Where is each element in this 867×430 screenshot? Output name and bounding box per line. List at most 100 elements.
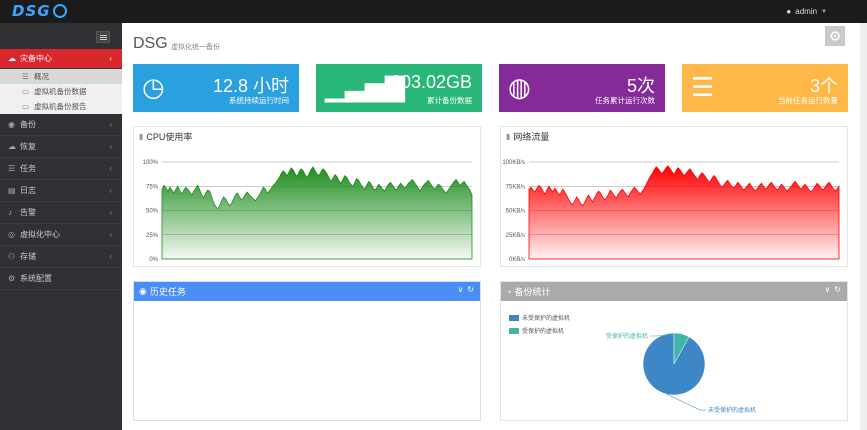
page-scrollbar[interactable] <box>860 23 867 430</box>
sidebar-subitem-label: 虚拟机备份数据 <box>34 87 87 96</box>
top-bar: DSG ● admin ▼ <box>0 0 867 23</box>
sidebar-nav: ☁ 灾备中心 ‹ ☰ 概况 ▭ 虚拟机备份数据 ▭ 虚拟机备份报告 ◉ 备份 ‹ ☁ 恢复 ‹ ☰ 任务 ‹ ▤ 日志… <box>0 49 122 290</box>
sidebar-item[interactable]: ♪ 告警 ‹ <box>0 202 122 224</box>
pie-chart-icon: ◔ <box>506 286 512 297</box>
collapse-chevron-icon[interactable]: ∨ <box>824 285 830 294</box>
sidebar-submenu: ☰ 概况 ▭ 虚拟机备份数据 ▭ 虚拟机备份报告 <box>0 69 122 114</box>
sidebar-subitem[interactable]: ▭ 虚拟机备份数据 <box>0 84 122 99</box>
target-icon: ◎ <box>8 230 15 239</box>
sidebar-subitem-label: 概况 <box>34 72 49 81</box>
series-area <box>161 166 473 260</box>
bar-chart-icon: ▮ <box>506 132 511 141</box>
sidebar-item[interactable]: ☰ 任务 ‹ <box>0 158 122 180</box>
chevron-left-icon: ‹ <box>109 54 112 63</box>
history-panel-header: ◉ 历史任务 ∨ ↻ <box>134 282 480 301</box>
page-subtitle: 虚拟化统一备份 <box>171 44 220 51</box>
monitor-icon: ▭ <box>22 87 30 96</box>
network-traffic-chart: 0KB/s 25KB/s 50KB/s 75KB/s 100KB/s <box>502 160 840 263</box>
list-icon: ☰ <box>22 72 29 81</box>
y-tick-label: 25% <box>146 233 159 239</box>
sidebar-item[interactable]: ⚇ 存储 ‹ <box>0 246 122 268</box>
chevron-left-icon: ‹ <box>109 230 112 239</box>
stat-tile[interactable]: ☰ 3个 当前任务运行数量 <box>682 64 848 112</box>
cloud-icon: ☁ <box>8 142 16 151</box>
stat-label: 系统持续运行时间 <box>229 96 289 105</box>
network-traffic-panel: ▮ 网络流量 0KB/s 25KB/s 50KB/s 75KB/s 100KB/s <box>500 126 848 267</box>
network-panel-title: 网络流量 <box>513 132 550 142</box>
globe-icon: ◍ <box>508 72 531 102</box>
stat-label: 累计备份数据 <box>427 96 472 105</box>
main-content: DSG 虚拟化统一备份 ⚙ ◷ 12.8 小时 系统持续运行时间 ▁▃▅▇ 303.02… <box>122 23 860 430</box>
chevron-left-icon: ‹ <box>109 164 112 173</box>
y-tick-label: 100KB/s <box>502 160 525 166</box>
cpu-panel-header: ▮ CPU使用率 <box>134 127 480 146</box>
sidebar-item[interactable]: ◎ 虚拟化中心 ‹ <box>0 224 122 246</box>
sidebar-subitem[interactable]: ▭ 虚拟机备份报告 <box>0 99 122 114</box>
y-tick-label: 100% <box>143 160 159 166</box>
network-panel-header: ▮ 网络流量 <box>501 127 847 146</box>
backup-panel-header: ◔ 备份统计 ∨ ↻ <box>501 282 847 301</box>
sidebar-item[interactable]: ☁ 恢复 ‹ <box>0 136 122 158</box>
sidebar-item-label: 存储 <box>20 252 36 261</box>
sidebar-item[interactable]: ☁ 灾备中心 ‹ <box>0 49 122 69</box>
backup-stats-panel: ◔ 备份统计 ∨ ↻ 未受保护的虚拟机 受保护的虚拟机 未受保护的虚拟机 受保护的… <box>500 281 848 421</box>
sidebar-item[interactable]: ⚙ 系统配置 <box>0 268 122 290</box>
stat-tile[interactable]: ▁▃▅▇ 303.02GB 累计备份数据 <box>316 64 482 112</box>
user-icon: ● <box>786 7 792 16</box>
sidebar-item[interactable]: ◉ 备份 ‹ <box>0 114 122 136</box>
y-tick-label: 50KB/s <box>506 209 525 215</box>
pie-leader-line <box>666 393 706 411</box>
cpu-usage-chart: 0% 25% 50% 75% 100% <box>143 160 473 263</box>
y-tick-label: 50% <box>146 209 159 215</box>
page-title: DSG <box>133 35 168 52</box>
y-tick-label: 0KB/s <box>509 257 525 263</box>
user-menu[interactable]: ● admin ▼ <box>786 7 827 16</box>
clock-icon: ◷ <box>142 72 165 102</box>
reload-icon[interactable]: ↻ <box>834 285 841 294</box>
chevron-left-icon: ‹ <box>109 252 112 261</box>
reload-icon[interactable]: ↻ <box>467 285 474 294</box>
sidebar-toggle-button[interactable] <box>96 31 110 43</box>
collapse-chevron-icon[interactable]: ∨ <box>457 285 463 294</box>
sidebar-subitem[interactable]: ☰ 概况 <box>0 69 122 84</box>
list-icon: ☰ <box>8 164 16 173</box>
sidebar-item-label: 恢复 <box>20 142 36 151</box>
user-name: admin <box>795 7 818 16</box>
stat-label: 当前任务运行数量 <box>778 96 838 105</box>
panel-controls: ∨ ↻ <box>824 285 841 294</box>
logo[interactable]: DSG <box>12 2 67 20</box>
history-tasks-panel: ◉ 历史任务 ∨ ↻ <box>133 281 481 421</box>
chevron-down-icon: ▼ <box>821 8 827 15</box>
gear-icon: ⚙ <box>8 274 16 283</box>
sidebar-item[interactable]: ▤ 日志 ‹ <box>0 180 122 202</box>
y-tick-label: 0% <box>149 257 158 263</box>
sidebar-item-label: 备份 <box>20 120 36 129</box>
stat-value: 303.02GB <box>390 72 472 92</box>
sidebar-item-label: 任务 <box>20 164 36 173</box>
backup-pie-chart: 未受保护的虚拟机 受保护的虚拟机 <box>606 332 756 414</box>
chevron-left-icon: ‹ <box>109 208 112 217</box>
bell-icon: ♪ <box>8 208 12 217</box>
bar-chart-icon: ▮ <box>139 132 144 141</box>
backup-panel-title: 备份统计 <box>514 287 551 297</box>
y-tick-label: 75KB/s <box>506 184 525 190</box>
stat-label: 任务累计运行次数 <box>595 96 655 105</box>
settings-button[interactable]: ⚙ <box>825 26 845 46</box>
chevron-left-icon: ‹ <box>109 120 112 129</box>
sidebar-subitem-label: 虚拟机备份报告 <box>34 102 87 111</box>
cpu-panel-title: CPU使用率 <box>146 132 193 142</box>
server-icon: ☰ <box>691 72 715 102</box>
document-icon: ▤ <box>8 186 16 195</box>
logo-text: DSG <box>12 2 51 20</box>
logo-mark-icon <box>52 4 67 18</box>
sidebar-item-label: 系统配置 <box>20 274 52 283</box>
sidebar-item-label: 虚拟化中心 <box>20 230 60 239</box>
chevron-left-icon: ‹ <box>109 186 112 195</box>
monitor-icon: ▭ <box>22 102 30 111</box>
refresh-circle-icon: ◉ <box>139 286 147 296</box>
history-panel-title: 历史任务 <box>149 287 186 297</box>
stat-tile[interactable]: ◍ 5次 任务累计运行次数 <box>499 64 665 112</box>
stat-tile[interactable]: ◷ 12.8 小时 系统持续运行时间 <box>133 64 299 112</box>
sidebar: ☁ 灾备中心 ‹ ☰ 概况 ▭ 虚拟机备份数据 ▭ 虚拟机备份报告 ◉ 备份 ‹ ☁ 恢复 ‹ ☰ 任务 ‹ ▤ 日志… <box>0 23 122 430</box>
disk-icon: ◉ <box>8 120 15 129</box>
